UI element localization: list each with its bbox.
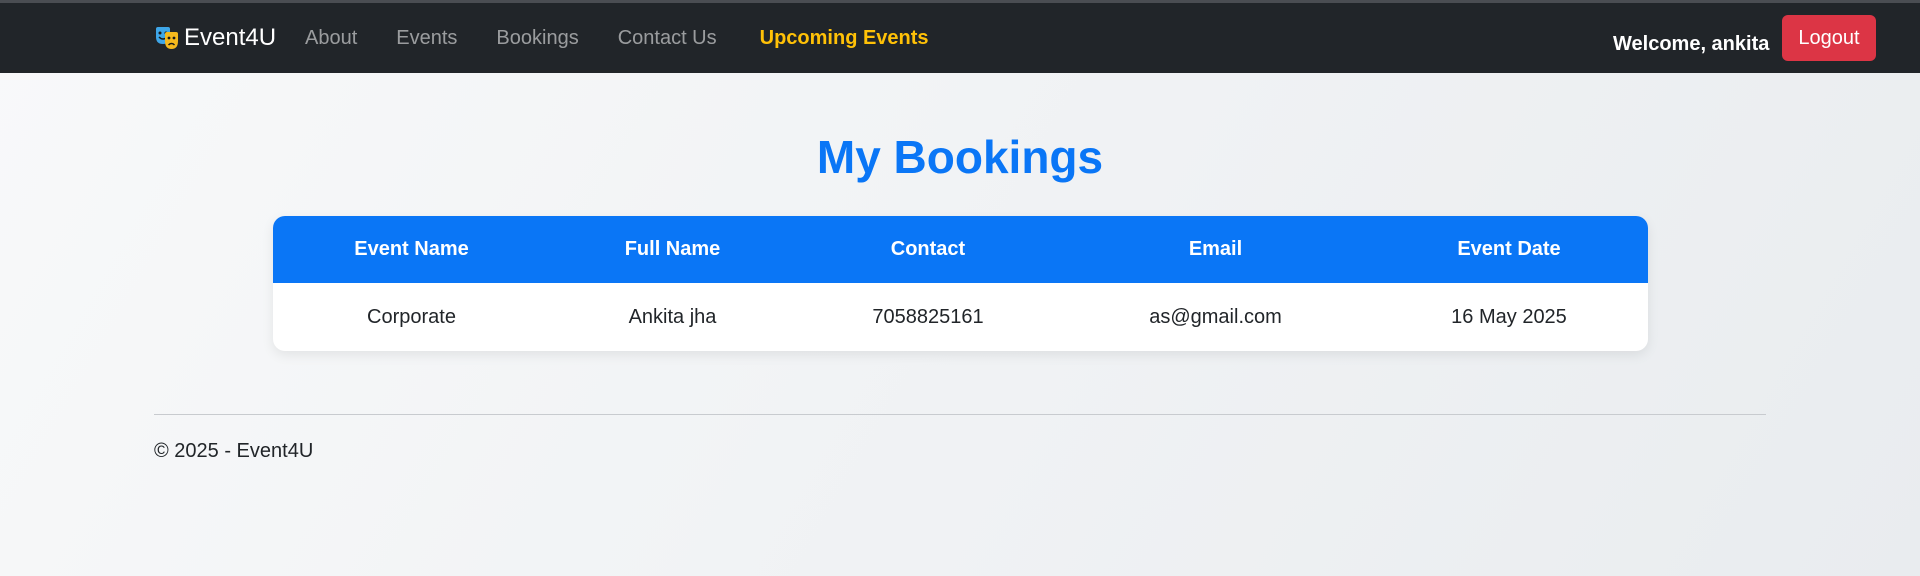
cell-event-name: Corporate xyxy=(367,305,456,328)
nav-link-bookings[interactable]: Bookings xyxy=(496,27,578,50)
nav-links: About Events Bookings Contact Us Upcomin… xyxy=(305,3,968,73)
theater-masks-icon xyxy=(154,25,180,51)
cell-contact: 7058825161 xyxy=(872,305,984,328)
bookings-table: Event Name Full Name Contact Email Event… xyxy=(273,216,1648,351)
table-header-row: Event Name Full Name Contact Email Event… xyxy=(273,216,1648,283)
column-header-event-name: Event Name xyxy=(354,238,469,260)
footer-copyright: © 2025 - Event4U xyxy=(154,440,314,462)
nav-link-about[interactable]: About xyxy=(305,27,357,50)
logout-button[interactable]: Logout xyxy=(1782,15,1876,61)
cell-event-date: 16 May 2025 xyxy=(1451,305,1567,328)
column-header-email: Email xyxy=(1188,238,1243,260)
brand-link[interactable]: Event4U xyxy=(154,23,276,53)
brand-name: Event4U xyxy=(184,24,277,51)
nav-link-contact-us[interactable]: Contact Us xyxy=(618,27,717,50)
column-header-event-date: Event Date xyxy=(1457,238,1561,260)
cell-full-name: Ankita jha xyxy=(628,305,717,328)
footer-divider xyxy=(154,414,1766,415)
page-title: My Bookings xyxy=(816,131,1104,183)
nav-link-events[interactable]: Events xyxy=(396,27,457,50)
nav-link-upcoming-events[interactable]: Upcoming Events xyxy=(760,27,929,50)
column-header-full-name: Full Name xyxy=(624,238,721,260)
column-header-contact: Contact xyxy=(890,238,966,260)
navbar: Event4U About Events Bookings Contact Us… xyxy=(0,3,1920,73)
welcome-message: Welcome, ankita xyxy=(1613,33,1770,55)
table-row: Corporate Ankita jha 7058825161 as@gmail… xyxy=(273,283,1648,351)
cell-email: as@gmail.com xyxy=(1149,305,1282,328)
